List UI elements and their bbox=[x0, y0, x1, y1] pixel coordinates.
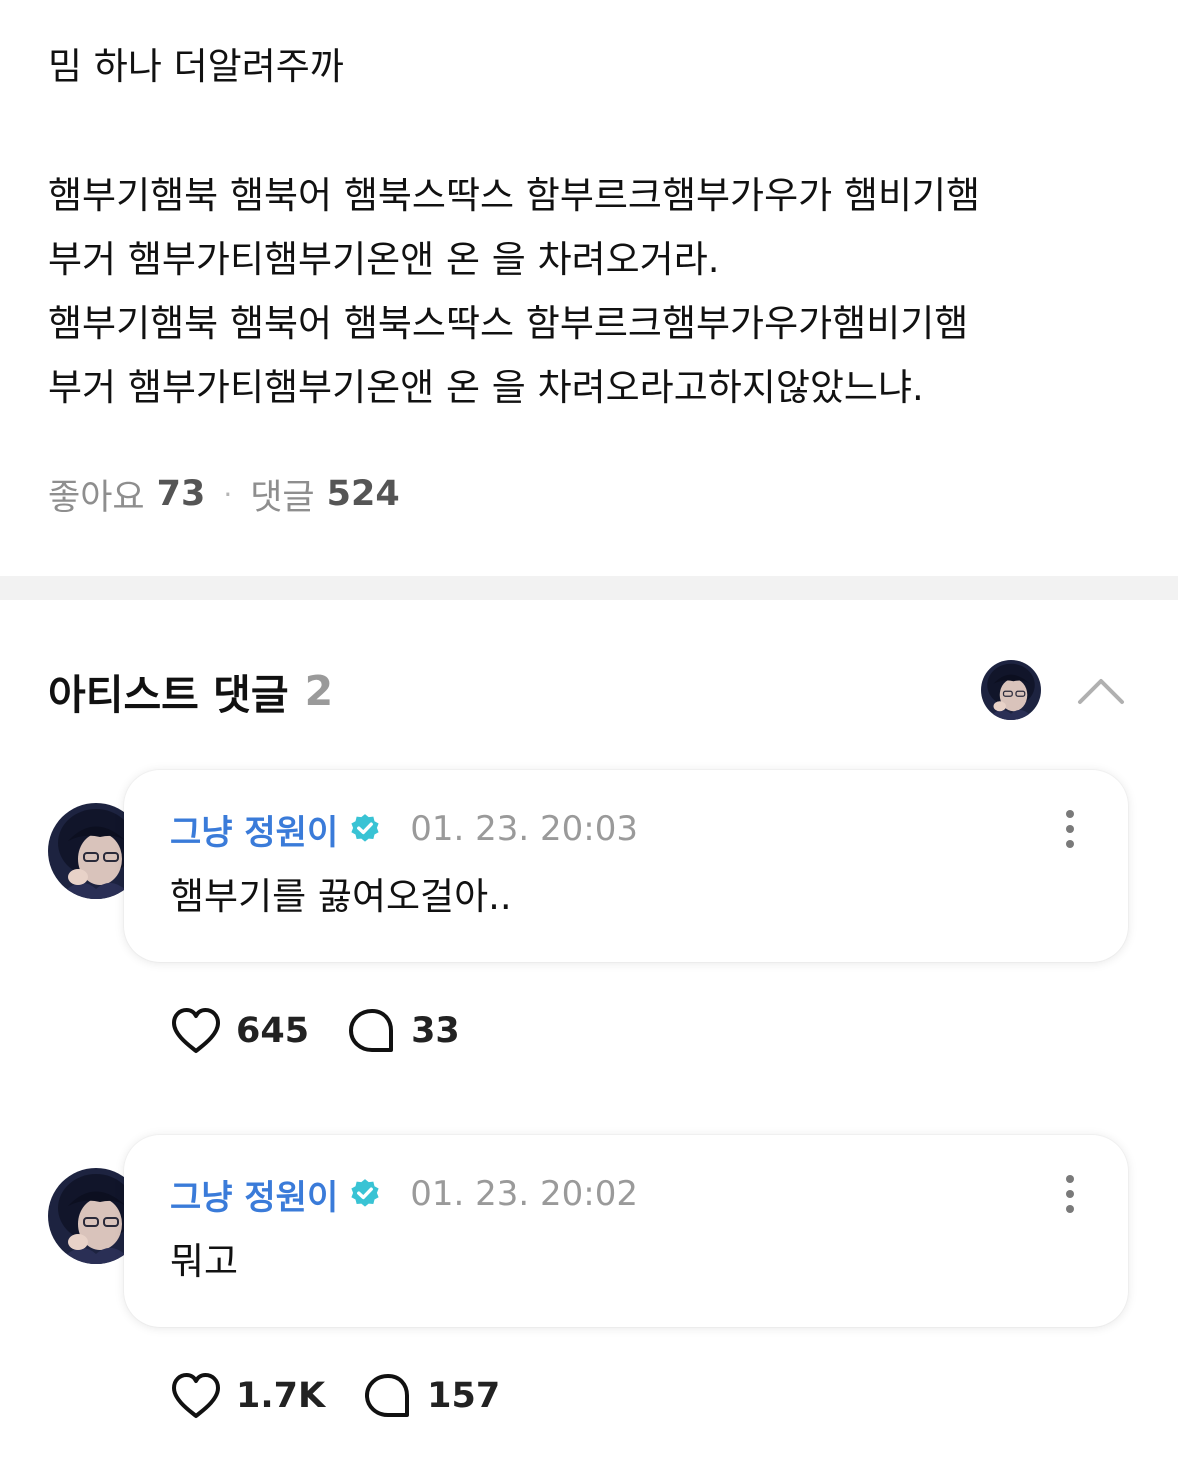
comment-actions: 645 33 bbox=[170, 1003, 460, 1059]
comment-author[interactable]: 그냥 정원이 bbox=[170, 805, 338, 854]
comment-count[interactable]: 524 bbox=[327, 474, 400, 514]
like-count: 645 bbox=[236, 1011, 310, 1051]
post-body: 햄부기햄북 햄북어 햄북스딱스 함부르크햄부가우가 햄비기햄 부거 햄부가티햄부… bbox=[48, 164, 1138, 420]
chevron-up-icon bbox=[1078, 679, 1124, 704]
post-body-line: 햄부기햄북 햄북어 햄북스딱스 함부르크햄부가우가햄비기햄 bbox=[48, 302, 969, 345]
post-body-line: 부거 햄부가티햄부기온앤 온 을 차려오라고하지않았느냐. bbox=[48, 366, 924, 409]
comment-actions: 1.7K 157 bbox=[170, 1368, 500, 1424]
reply-button[interactable]: 157 bbox=[363, 1372, 500, 1420]
reply-count: 33 bbox=[411, 1011, 460, 1051]
artist-avatar[interactable] bbox=[981, 660, 1041, 720]
collapse-button[interactable] bbox=[1074, 666, 1128, 714]
heart-outline-icon bbox=[172, 1008, 220, 1053]
section-title: 아티스트 댓글 bbox=[48, 671, 289, 719]
speech-bubble-icon bbox=[365, 1374, 410, 1417]
like-button[interactable]: 645 bbox=[170, 1007, 309, 1055]
comment-bubble: 그냥 정원이 01. 23. 20:02 뭐고 bbox=[124, 1135, 1128, 1327]
comment-bubble: 그냥 정원이 01. 23. 20:03 햄부기를 끓여오걸아.. bbox=[124, 770, 1128, 962]
post-body-line: 부거 햄부가티햄부기온앤 온 을 차려오거라. bbox=[48, 238, 720, 281]
more-vertical-icon[interactable] bbox=[1062, 1173, 1078, 1215]
speech-bubble-icon bbox=[349, 1009, 394, 1052]
post-stats: 좋아요 73 · 댓글 524 bbox=[48, 472, 400, 518]
artist-comments-header: 아티스트 댓글 2 bbox=[48, 662, 333, 720]
stats-separator: · bbox=[223, 477, 233, 511]
like-label[interactable]: 좋아요 bbox=[48, 469, 145, 520]
comment-meta: 그냥 정원이 01. 23. 20:03 bbox=[170, 805, 638, 854]
comment-author[interactable]: 그냥 정원이 bbox=[170, 1170, 338, 1219]
section-count: 2 bbox=[304, 667, 334, 715]
comment-meta: 그냥 정원이 01. 23. 20:02 bbox=[170, 1170, 638, 1219]
like-count[interactable]: 73 bbox=[157, 474, 206, 514]
more-vertical-icon[interactable] bbox=[1062, 808, 1078, 850]
comment-label[interactable]: 댓글 bbox=[250, 469, 314, 520]
post-title: 밈 하나 더알려주까 bbox=[48, 45, 344, 88]
comment-time: 01. 23. 20:02 bbox=[410, 1174, 638, 1214]
verified-badge-icon bbox=[351, 814, 379, 842]
heart-outline-icon bbox=[172, 1373, 220, 1418]
like-count: 1.7K bbox=[236, 1376, 326, 1416]
comment-text: 뭐고 bbox=[170, 1240, 239, 1283]
like-button[interactable]: 1.7K bbox=[170, 1372, 325, 1420]
verified-badge-icon bbox=[351, 1179, 379, 1207]
post: 밈 하나 더알려주까 햄부기햄북 햄북어 햄북스딱스 함부르크햄부가우가 햄비기… bbox=[0, 0, 1178, 576]
reply-button[interactable]: 33 bbox=[347, 1007, 460, 1055]
section-divider bbox=[0, 576, 1178, 600]
post-body-line: 햄부기햄북 햄북어 햄북스딱스 함부르크햄부가우가 햄비기햄 bbox=[48, 174, 981, 217]
reply-count: 157 bbox=[427, 1376, 501, 1416]
comment-text: 햄부기를 끓여오걸아.. bbox=[170, 875, 512, 918]
comment-time: 01. 23. 20:03 bbox=[410, 809, 638, 849]
